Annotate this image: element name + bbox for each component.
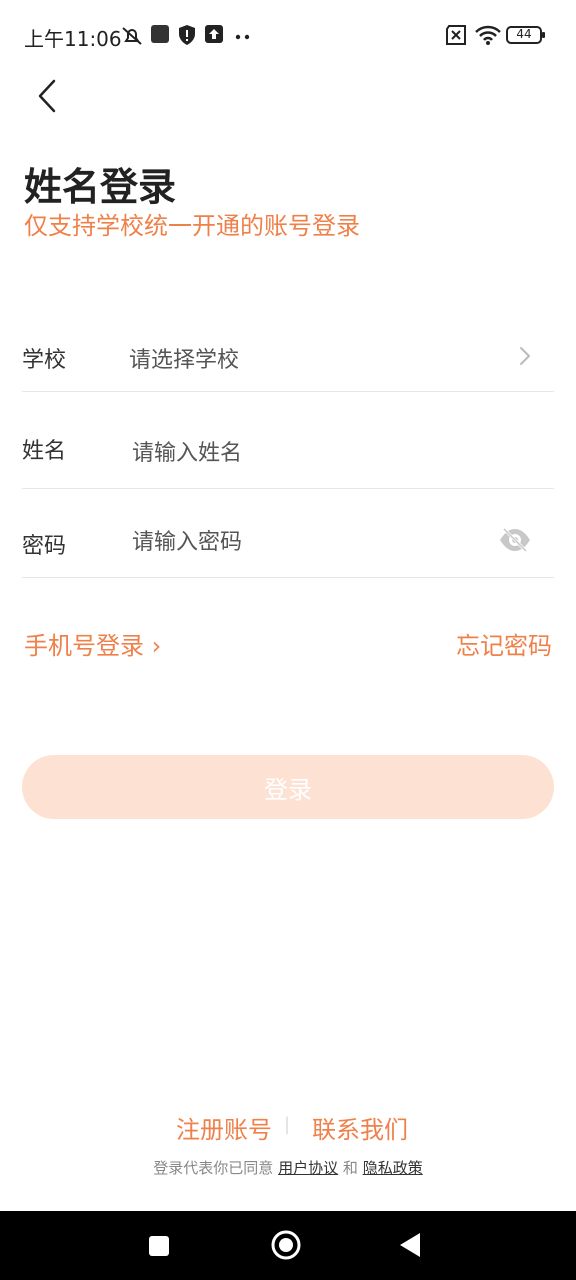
school-select-row[interactable]: 学校 请选择学校 xyxy=(22,322,554,392)
footer-separator: | xyxy=(284,1114,291,1135)
page-title: 姓名登录 xyxy=(24,165,177,209)
password-row: 密码 xyxy=(22,488,554,578)
user-agreement-link[interactable]: 用户协议 xyxy=(278,1159,338,1177)
battery-icon: 44 xyxy=(506,25,546,49)
recent-apps-icon[interactable] xyxy=(148,1235,170,1261)
school-select-value[interactable]: 请选择学校 xyxy=(129,342,239,374)
sim-x-icon xyxy=(444,24,468,50)
name-row: 姓名 xyxy=(22,391,554,489)
upload-icon xyxy=(204,24,224,48)
phone-login-link[interactable]: 手机号登录 › xyxy=(24,626,161,661)
name-label: 姓名 xyxy=(22,439,67,464)
register-link[interactable]: 注册账号 xyxy=(176,1110,272,1145)
agreement-text: 登录代表你已同意 用户协议 和 隐私政策 xyxy=(0,1157,576,1178)
system-nav-bar xyxy=(0,1211,576,1280)
password-input[interactable] xyxy=(132,526,472,558)
back-button[interactable] xyxy=(26,76,70,120)
status-bar: 上午11:06 44 xyxy=(0,0,576,72)
chevron-left-icon xyxy=(36,78,60,118)
privacy-policy-link[interactable]: 隐私政策 xyxy=(363,1159,423,1177)
chevron-right-icon xyxy=(518,344,532,372)
more-dots-icon xyxy=(234,28,252,47)
status-time: 上午11:06 xyxy=(24,27,122,51)
agreement-and: 和 xyxy=(342,1159,358,1177)
shield-icon xyxy=(178,24,196,50)
app-square-icon xyxy=(150,24,170,48)
password-label: 密码 xyxy=(22,534,67,559)
forgot-password-link[interactable]: 忘记密码 xyxy=(456,626,552,661)
agreement-prefix: 登录代表你已同意 xyxy=(153,1159,274,1177)
login-button[interactable]: 登录 xyxy=(22,755,554,819)
school-label: 学校 xyxy=(22,348,67,373)
back-nav-icon[interactable] xyxy=(398,1231,422,1263)
mute-icon xyxy=(120,24,144,52)
contact-link[interactable]: 联系我们 xyxy=(312,1110,408,1145)
footer-links: 注册账号 | 联系我们 xyxy=(0,1108,576,1144)
eye-hidden-icon[interactable] xyxy=(498,526,532,558)
battery-level: 44 xyxy=(516,27,532,41)
page-subtitle: 仅支持学校统一开通的账号登录 xyxy=(24,212,360,240)
home-icon[interactable] xyxy=(270,1229,302,1265)
wifi-icon xyxy=(474,24,502,50)
name-input[interactable] xyxy=(132,437,472,469)
